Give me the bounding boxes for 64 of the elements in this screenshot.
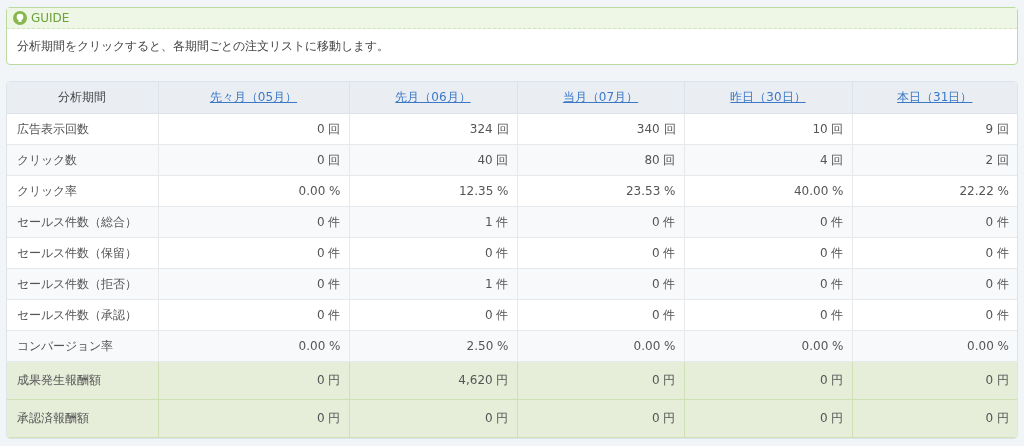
- row-label: 成果発生報酬額: [7, 361, 158, 399]
- row-label: セールス件数（保留）: [7, 237, 158, 268]
- table-cell: 0 件: [852, 268, 1017, 299]
- table-cell: 0 円: [158, 399, 349, 437]
- table-cell: 0 件: [684, 237, 852, 268]
- table-cell: 324 回: [349, 113, 517, 144]
- table-cell: 0.00 %: [158, 175, 349, 206]
- table-cell: 4,620 円: [349, 361, 517, 399]
- table-cell: 0.00 %: [852, 330, 1017, 361]
- table-cell: 0 件: [517, 237, 684, 268]
- table-cell: 0 回: [158, 113, 349, 144]
- table-cell: 0 円: [517, 361, 684, 399]
- row-label: セールス件数（総合）: [7, 206, 158, 237]
- table-cell: 2 回: [852, 144, 1017, 175]
- table-cell: 0 件: [158, 299, 349, 330]
- table-cell: 0 件: [684, 268, 852, 299]
- table-cell: 0 件: [684, 206, 852, 237]
- table-cell: 2.50 %: [349, 330, 517, 361]
- row-label: 承認済報酬額: [7, 399, 158, 437]
- table-cell: 0 円: [852, 361, 1017, 399]
- table-cell: 4 回: [684, 144, 852, 175]
- table-cell: 9 回: [852, 113, 1017, 144]
- table-cell: 0 円: [852, 399, 1017, 437]
- table-cell: 0.00 %: [684, 330, 852, 361]
- lightbulb-icon: [13, 11, 27, 25]
- table-cell: 10 回: [684, 113, 852, 144]
- table-cell: 0 件: [349, 237, 517, 268]
- table-cell: 40 回: [349, 144, 517, 175]
- guide-message: 分析期間をクリックすると、各期間ごとの注文リストに移動します。: [17, 39, 389, 53]
- row-label: セールス件数（拒否）: [7, 268, 158, 299]
- table-cell: 0 件: [158, 268, 349, 299]
- row-label: コンバージョン率: [7, 330, 158, 361]
- table-cell: 0 円: [158, 361, 349, 399]
- table-cell: 0 円: [684, 399, 852, 437]
- table-cell: 0 件: [158, 206, 349, 237]
- table-cell: 0 件: [852, 237, 1017, 268]
- table-cell: 0 円: [517, 399, 684, 437]
- table-cell: 0 件: [684, 299, 852, 330]
- table-cell: 0 件: [852, 206, 1017, 237]
- table-cell: 0 件: [517, 206, 684, 237]
- table-cell: 1 件: [349, 268, 517, 299]
- table-cell: 80 回: [517, 144, 684, 175]
- table-cell: 340 回: [517, 113, 684, 144]
- table-cell: 0 件: [517, 268, 684, 299]
- table-cell: 0 回: [158, 144, 349, 175]
- table-cell: 0 件: [852, 299, 1017, 330]
- row-label: セールス件数（承認）: [7, 299, 158, 330]
- table-cell: 0.00 %: [517, 330, 684, 361]
- table-cell: 0 件: [349, 299, 517, 330]
- row-label: クリック数: [7, 144, 158, 175]
- table-cell: 12.35 %: [349, 175, 517, 206]
- table-cell: 23.53 %: [517, 175, 684, 206]
- table-cell: 0 円: [684, 361, 852, 399]
- table-cell: 40.00 %: [684, 175, 852, 206]
- table-cell: 0 円: [349, 399, 517, 437]
- row-label: 広告表示回数: [7, 113, 158, 144]
- row-label: クリック率: [7, 175, 158, 206]
- table-cell: 0 件: [158, 237, 349, 268]
- guide-title: GUIDE: [31, 10, 70, 27]
- table-cell: 0 件: [517, 299, 684, 330]
- column-header: 分析期間: [7, 82, 158, 113]
- table-cell: 1 件: [349, 206, 517, 237]
- table-cell: 0.00 %: [158, 330, 349, 361]
- table-cell: 22.22 %: [852, 175, 1017, 206]
